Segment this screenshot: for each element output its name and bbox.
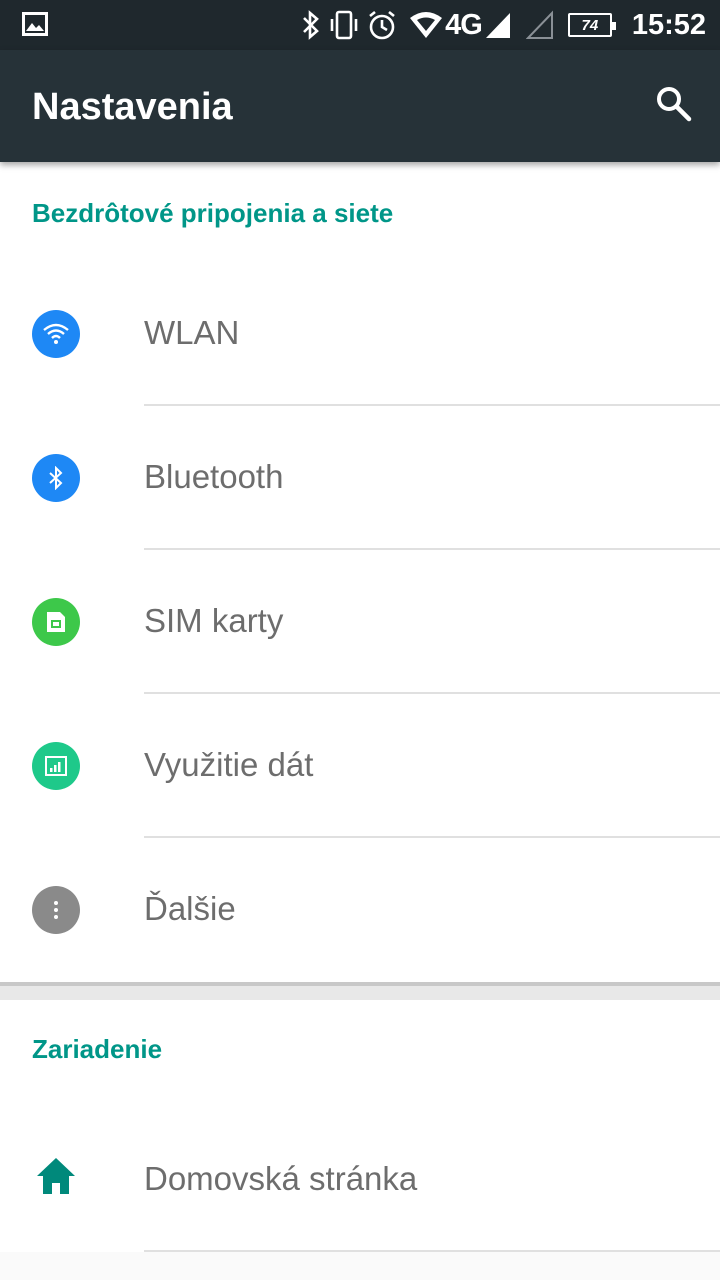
sim-card-icon bbox=[32, 598, 80, 646]
settings-item-wlan[interactable]: WLAN bbox=[0, 262, 720, 406]
settings-item-home[interactable]: Domovská stránka bbox=[0, 1108, 720, 1252]
cell-signal-empty-icon bbox=[525, 10, 554, 40]
section-title-wireless: Bezdrôtové pripojenia a siete bbox=[32, 198, 394, 228]
app-bar: Nastavenia bbox=[0, 50, 720, 162]
settings-item-more[interactable]: Ďalšie bbox=[0, 838, 720, 982]
more-icon bbox=[32, 886, 80, 934]
section-device: Zariadenie Domovská stránka bbox=[0, 1000, 720, 1252]
home-icon bbox=[34, 1154, 78, 1198]
settings-item-data-usage[interactable]: Využitie dát bbox=[0, 694, 720, 838]
settings-item-label: Bluetooth bbox=[144, 458, 284, 495]
section-divider bbox=[0, 982, 720, 1000]
section-wireless: Bezdrôtové pripojenia a siete WLAN Bluet… bbox=[0, 162, 720, 982]
status-right: 4G 74 15:52 bbox=[293, 0, 706, 50]
wifi-signal-icon bbox=[409, 10, 443, 40]
settings-item-bluetooth[interactable]: Bluetooth bbox=[0, 406, 720, 550]
clock: 15:52 bbox=[631, 8, 706, 41]
battery-icon: 74 bbox=[567, 13, 616, 37]
bluetooth-icon bbox=[301, 9, 321, 41]
cell-signal-icon bbox=[484, 10, 512, 40]
divider bbox=[144, 1250, 720, 1252]
settings-item-label: Využitie dát bbox=[144, 746, 314, 783]
settings-item-sim[interactable]: SIM karty bbox=[0, 550, 720, 694]
search-button[interactable] bbox=[650, 82, 698, 130]
status-left bbox=[22, 12, 48, 41]
section-title-device: Zariadenie bbox=[32, 1034, 163, 1064]
network-type: 4G bbox=[445, 8, 483, 41]
search-icon bbox=[654, 84, 694, 129]
settings-item-label: Ďalšie bbox=[144, 890, 236, 927]
status-bar: 4G 74 15:52 bbox=[0, 0, 720, 50]
wifi-icon bbox=[32, 310, 80, 358]
vibrate-icon bbox=[329, 9, 359, 41]
page-title: Nastavenia bbox=[32, 86, 233, 128]
alarm-icon bbox=[367, 9, 397, 41]
settings-item-label: SIM karty bbox=[144, 602, 284, 639]
battery-level: 74 bbox=[581, 16, 599, 34]
data-usage-icon bbox=[32, 742, 80, 790]
bluetooth-icon bbox=[32, 454, 80, 502]
settings-item-label: WLAN bbox=[144, 314, 240, 351]
settings-item-label: Domovská stránka bbox=[144, 1160, 418, 1197]
image-notification-icon bbox=[22, 12, 48, 40]
settings-list: Bezdrôtové pripojenia a siete WLAN Bluet… bbox=[0, 162, 720, 1252]
